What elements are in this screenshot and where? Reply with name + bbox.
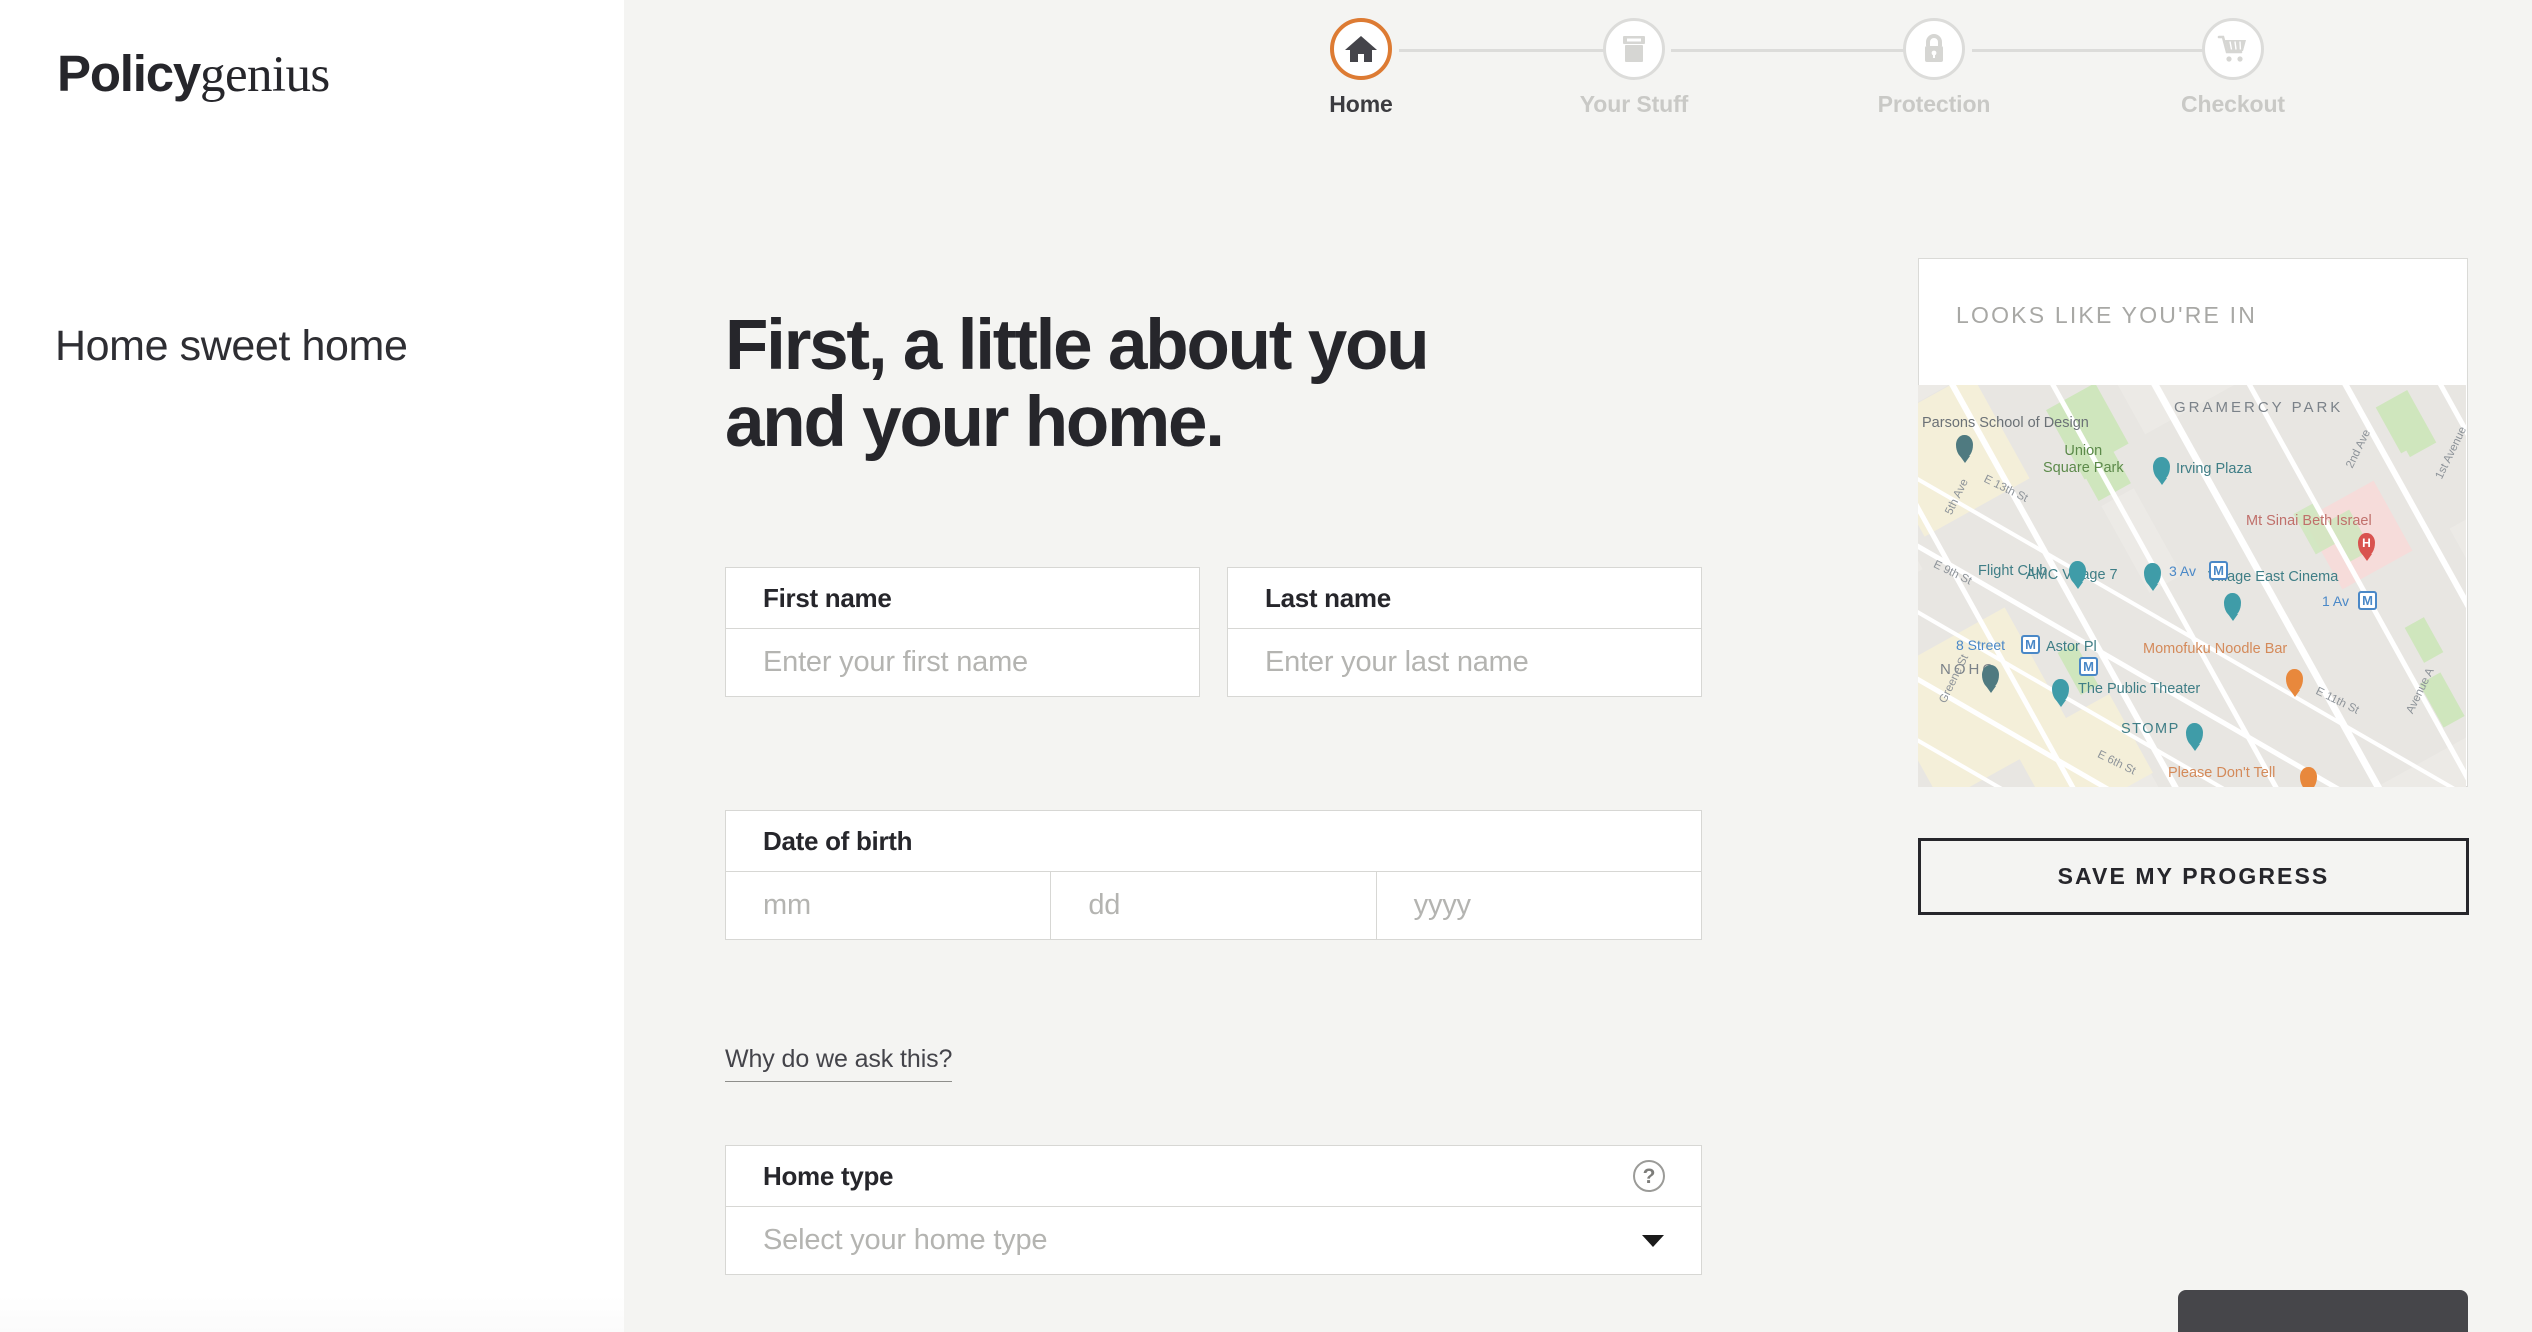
chat-widget[interactable] — [2178, 1290, 2468, 1332]
first-name-placeholder: Enter your first name — [763, 646, 1028, 678]
box-icon — [1620, 34, 1648, 64]
map-label-8-street: 8 Street — [1956, 637, 2006, 653]
stepper-circle-protection — [1903, 18, 1965, 80]
left-sidebar: Policygenius Home sweet home — [0, 0, 624, 1332]
dob-year-placeholder: yyyy — [1413, 889, 1471, 921]
dob-day-input[interactable]: dd — [1050, 872, 1375, 939]
last-name-header: Last name — [1228, 568, 1701, 629]
page-title-line-1: First, a little about you — [725, 306, 1430, 385]
stepper-step-protection[interactable]: Protection — [1849, 18, 2019, 118]
logo-policy-text: Policy — [57, 45, 201, 102]
map-label-public-theater: The Public Theater — [2078, 681, 2201, 697]
map-label-1-av: 1 Av — [2322, 593, 2349, 609]
last-name-field[interactable]: Last name Enter your last name — [1227, 567, 1702, 697]
hospital-icon: H — [2362, 536, 2371, 550]
home-type-field[interactable]: Home type ? Select your home type — [725, 1145, 1702, 1275]
map-label-gramercy-park: GRAMERCY PARK — [2174, 399, 2344, 416]
stepper-circle-home — [1330, 18, 1392, 80]
dob-year-input[interactable]: yyyy — [1375, 872, 1701, 939]
metro-icon-3-av: M — [2209, 561, 2228, 580]
location-map[interactable]: GRAMERCY PARK NOHO Parsons School of Des… — [1918, 385, 2466, 787]
metro-icon-astor-pl: M — [2079, 657, 2098, 676]
home-type-header: Home type ? — [726, 1146, 1701, 1207]
home-type-label: Home type — [763, 1160, 894, 1191]
page-root: Policygenius Home sweet home Home Your S… — [0, 0, 2532, 1332]
map-label-please-dont-tell: Please Don't Tell — [2168, 765, 2276, 781]
location-card: LOOKS LIKE YOU'RE IN GRAMERCY PARK NOHO … — [1918, 258, 2468, 787]
stepper-circle-your-stuff — [1603, 18, 1665, 80]
map-label-astor-pl: Astor Pl — [2046, 639, 2097, 655]
map-pin-amc-village-7[interactable] — [2144, 563, 2161, 586]
stepper-circle-checkout — [2202, 18, 2264, 80]
save-my-progress-button[interactable]: SAVE MY PROGRESS — [1918, 838, 2469, 915]
page-title-line-2: and your home. — [725, 383, 1225, 463]
home-type-placeholder: Select your home type — [763, 1224, 1048, 1256]
last-name-input[interactable]: Enter your last name — [1228, 629, 1701, 696]
first-name-field[interactable]: First name Enter your first name — [725, 567, 1200, 697]
stepper-label-your-stuff: Your Stuff — [1579, 91, 1689, 117]
map-label-momofuku: Momofuku Noodle Bar — [2143, 641, 2288, 657]
stepper-step-your-stuff[interactable]: Your Stuff — [1549, 18, 1719, 118]
date-of-birth-field[interactable]: Date of birth mm dd yyyy — [725, 810, 1702, 940]
map-label-stomp: STOMP — [2121, 721, 2180, 737]
sidebar-bottom-strip — [0, 1296, 624, 1332]
lock-icon — [1921, 33, 1947, 65]
last-name-label: Last name — [1265, 582, 1391, 613]
first-name-input[interactable]: Enter your first name — [726, 629, 1199, 696]
policygenius-logo[interactable]: Policygenius — [57, 48, 330, 101]
help-icon[interactable]: ? — [1633, 1160, 1665, 1192]
map-pin-please-dont-tell[interactable] — [2300, 767, 2317, 787]
map-label-3-av: 3 Av — [2169, 563, 2196, 579]
date-of-birth-label: Date of birth — [763, 825, 913, 856]
cart-icon — [2217, 34, 2249, 64]
first-name-label: First name — [763, 582, 892, 613]
logo-genius-text: genius — [200, 47, 330, 103]
right-panel: LOOKS LIKE YOU'RE IN GRAMERCY PARK NOHO … — [1918, 258, 2468, 787]
stepper-label-protection: Protection — [1877, 91, 1991, 117]
house-icon — [1344, 34, 1378, 64]
stepper-step-home[interactable]: Home — [1276, 18, 1446, 118]
map-label-mt-sinai: Mt Sinai Beth Israel — [2246, 513, 2372, 529]
sidebar-heading: Home sweet home — [55, 322, 408, 370]
dob-month-input[interactable]: mm — [726, 872, 1050, 939]
date-of-birth-inputs: mm dd yyyy — [726, 872, 1701, 939]
map-label-union-square-park: Union Square Park — [2043, 443, 2124, 477]
date-of-birth-header: Date of birth — [726, 811, 1701, 872]
why-do-we-ask-link[interactable]: Why do we ask this? — [725, 1045, 952, 1082]
page-title: First, a little about you and your home. — [725, 307, 1725, 462]
progress-stepper: Home Your Stuff Protection Checkout — [1324, 18, 2324, 148]
stepper-step-checkout[interactable]: Checkout — [2148, 18, 2318, 118]
dob-day-placeholder: dd — [1088, 889, 1121, 921]
metro-icon-8-street: M — [2021, 635, 2040, 654]
location-card-title: LOOKS LIKE YOU'RE IN — [1956, 302, 2258, 328]
home-type-select[interactable]: Select your home type — [726, 1207, 1701, 1274]
chevron-down-icon — [1642, 1234, 1664, 1247]
last-name-placeholder: Enter your last name — [1265, 646, 1529, 678]
map-label-parsons: Parsons School of Design — [1922, 415, 2089, 431]
metro-icon-1-av: M — [2358, 591, 2377, 610]
stepper-label-home: Home — [1329, 91, 1393, 117]
stepper-label-checkout: Checkout — [2181, 91, 2285, 117]
first-name-header: First name — [726, 568, 1199, 629]
dob-month-placeholder: mm — [763, 889, 811, 921]
map-label-irving-plaza: Irving Plaza — [2176, 461, 2252, 477]
